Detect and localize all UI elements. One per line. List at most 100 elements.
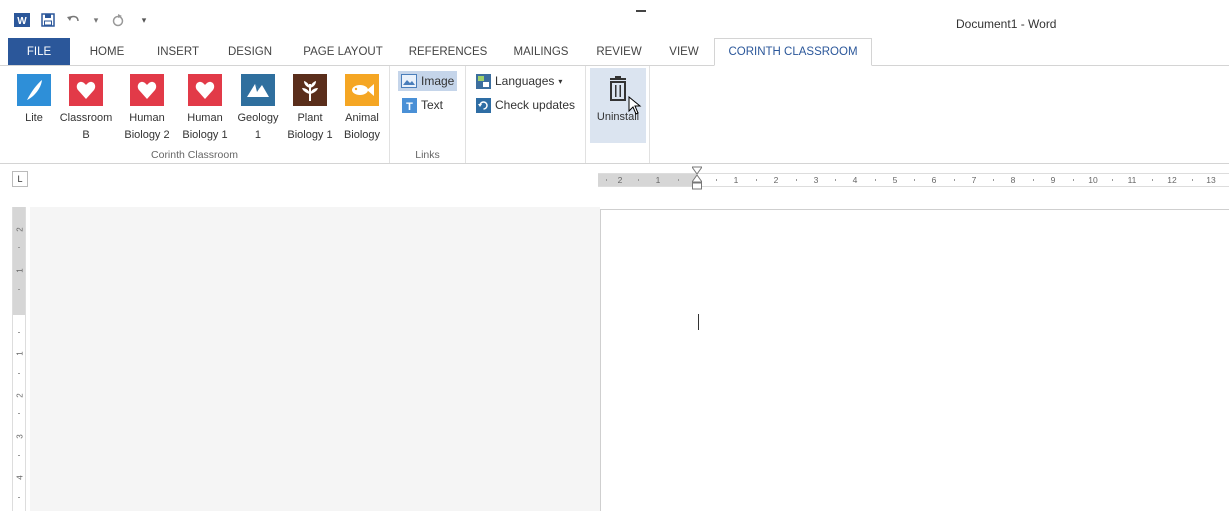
- ruler-tick: 13: [1206, 175, 1216, 185]
- ruler-dot: [954, 179, 955, 181]
- links-group-label: Links: [415, 149, 440, 161]
- tab-mailings[interactable]: MAILINGS: [498, 38, 584, 65]
- ruler-tick: 7: [971, 175, 977, 185]
- undo-dropdown-icon[interactable]: ▾: [92, 12, 100, 28]
- vertical-ruler[interactable]: 2 1 1 2 3 4: [12, 207, 26, 511]
- ruler-tick: 1: [733, 175, 739, 185]
- classroom-b-label: Classroom B: [59, 112, 113, 141]
- quick-access-toolbar: W ▾ ▾: [14, 12, 152, 28]
- corinth-classroom-group-label: Corinth Classroom: [151, 149, 238, 161]
- tab-references[interactable]: REFERENCES: [398, 38, 498, 65]
- geology-1-label: Geology 1: [237, 112, 279, 141]
- ruler-dot: [606, 179, 607, 181]
- mountain-icon: [241, 74, 275, 106]
- ruler-dot: [678, 179, 679, 181]
- image-link-button[interactable]: Image: [398, 71, 458, 91]
- plant-icon: [293, 74, 327, 106]
- geology-1-button[interactable]: Geology 1: [232, 74, 284, 144]
- tab-design[interactable]: DESIGN: [212, 38, 288, 65]
- document-area: 2 1 1 2 3 4: [0, 191, 1229, 511]
- tab-home[interactable]: HOME: [70, 38, 144, 65]
- tab-view[interactable]: VIEW: [654, 38, 714, 65]
- links-group: Image T Text Links: [390, 66, 466, 163]
- text-link-button[interactable]: T Text: [398, 95, 446, 115]
- ruler-dot: [18, 289, 20, 290]
- document-page[interactable]: [600, 209, 1229, 511]
- ruler-dot: [1192, 179, 1193, 181]
- tab-file[interactable]: FILE: [8, 38, 70, 65]
- human-biology-2-button[interactable]: Human Biology 2: [118, 74, 176, 144]
- heart-icon: [188, 74, 222, 106]
- tab-corinth-classroom[interactable]: CORINTH CLASSROOM: [714, 38, 872, 66]
- window-title: Document1 - Word: [956, 17, 1057, 31]
- ruler-tick: 4: [15, 475, 25, 480]
- plant-biology-1-button[interactable]: Plant Biology 1: [284, 74, 336, 144]
- corinth-classroom-group: Lite Classroom B Human Biology 2 Human B…: [0, 66, 390, 163]
- ruler-tick: 3: [15, 434, 25, 439]
- ruler-tick: 1: [655, 175, 661, 185]
- animal-biology-label: Animal Biology: [343, 112, 381, 141]
- ruler-tick: 2: [15, 227, 25, 232]
- ruler-tick: 6: [931, 175, 937, 185]
- check-updates-label: Check updates: [495, 98, 576, 112]
- tab-review[interactable]: REVIEW: [584, 38, 654, 65]
- ribbon-tabs: FILE HOME INSERT DESIGN PAGE LAYOUT REFE…: [0, 38, 1229, 66]
- tab-page-layout[interactable]: PAGE LAYOUT: [288, 38, 398, 65]
- ruler-tick: 9: [1050, 175, 1056, 185]
- redo-icon[interactable]: [110, 12, 126, 28]
- animal-biology-button[interactable]: Animal Biology: [336, 74, 388, 144]
- uninstall-group: [586, 66, 650, 163]
- svg-text:W: W: [17, 16, 27, 27]
- ruler-tick: 3: [813, 175, 819, 185]
- word-logo-icon[interactable]: W: [14, 12, 30, 28]
- image-icon: [401, 73, 417, 89]
- ruler-tick: 11: [1127, 175, 1137, 185]
- ruler-tick: 2: [773, 175, 779, 185]
- undo-icon[interactable]: [66, 12, 82, 28]
- image-label: Image: [421, 74, 455, 88]
- human-biology-2-label: Human Biology 2: [124, 112, 170, 141]
- ruler-dot: [18, 455, 20, 456]
- ruler-dot: [993, 179, 994, 181]
- refresh-icon: [475, 97, 491, 113]
- check-updates-button[interactable]: Check updates: [472, 95, 578, 115]
- ruler-dot: [638, 179, 639, 181]
- tab-stop-selector[interactable]: L: [12, 171, 28, 187]
- ruler-dot: [18, 497, 20, 498]
- ruler-tick: 2: [617, 175, 623, 185]
- title-bar: W ▾ ▾ Document1 - Word: [0, 0, 1229, 38]
- ruler-dot: [18, 332, 20, 333]
- ruler-dot: [796, 179, 797, 181]
- human-biology-1-label: Human Biology 1: [182, 112, 228, 141]
- indent-marker[interactable]: [692, 166, 702, 190]
- svg-text:T: T: [406, 101, 413, 113]
- save-icon[interactable]: [40, 12, 56, 28]
- ruler-tick: 10: [1088, 175, 1098, 185]
- ruler-dot: [18, 413, 20, 414]
- ruler-tick: 1: [15, 268, 25, 273]
- human-biology-1-button[interactable]: Human Biology 1: [176, 74, 234, 144]
- ruler-dot: [1152, 179, 1153, 181]
- document-background: [30, 207, 600, 511]
- ribbon-display-marker[interactable]: [636, 10, 646, 12]
- ruler-tick: 1: [15, 351, 25, 356]
- languages-icon: [475, 73, 491, 89]
- customize-toolbar-icon[interactable]: ▾: [136, 12, 152, 28]
- ruler-tick: 8: [1010, 175, 1016, 185]
- languages-label: Languages: [495, 74, 555, 88]
- ruler-dot: [756, 179, 757, 181]
- classroom-b-button[interactable]: Classroom B: [55, 74, 117, 144]
- ruler-bar: L 2 1 1 2 3 4 5 6 7 8 9 10 11 12 13: [0, 165, 1229, 191]
- lite-button[interactable]: Lite: [14, 74, 54, 127]
- plant-biology-1-label: Plant Biology 1: [287, 112, 333, 141]
- ruler-tick: 5: [892, 175, 898, 185]
- ruler-dot: [1033, 179, 1034, 181]
- languages-button[interactable]: Languages ▾: [472, 71, 565, 91]
- feather-icon: [17, 74, 51, 106]
- ruler-dot: [835, 179, 836, 181]
- ruler-dot: [18, 247, 20, 248]
- languages-dropdown-icon: ▾: [558, 76, 563, 86]
- tab-insert[interactable]: INSERT: [144, 38, 212, 65]
- ruler-dot: [1112, 179, 1113, 181]
- ruler-dot: [1073, 179, 1074, 181]
